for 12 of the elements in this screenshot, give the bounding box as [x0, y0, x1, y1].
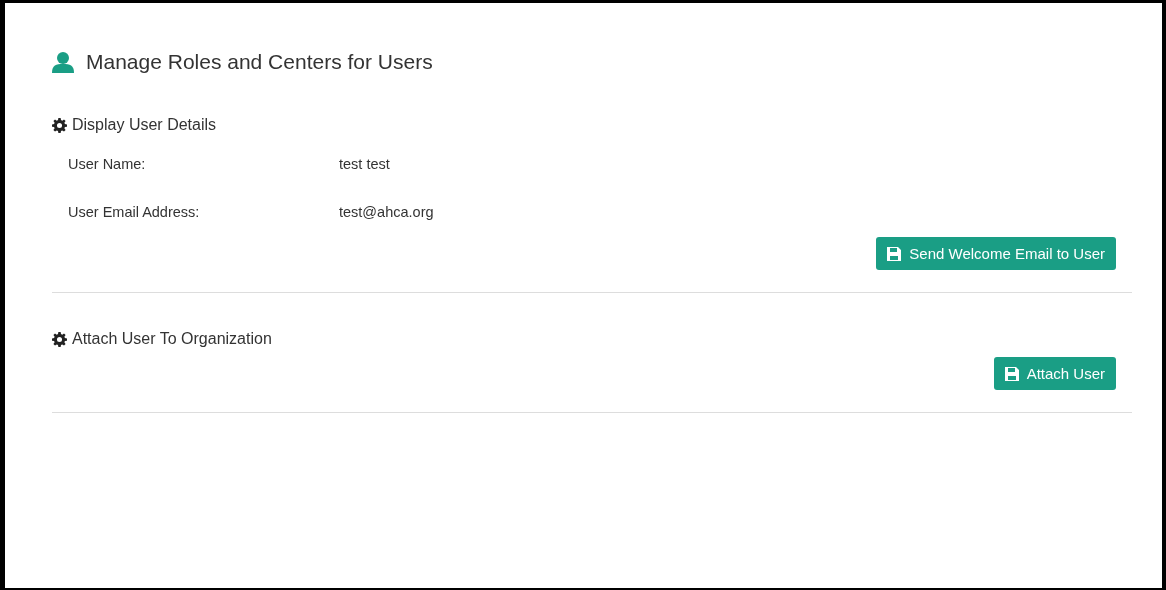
- field-label: User Email Address:: [68, 204, 201, 220]
- section-heading: Attach User To Organization: [72, 330, 272, 348]
- settings-icon: [52, 331, 67, 347]
- field-value: test test: [339, 156, 390, 172]
- save-button[interactable]: Attach User: [993, 357, 1116, 390]
- save-button[interactable]: Send Welcome Email to User: [876, 237, 1116, 270]
- user-icon: [52, 51, 74, 73]
- settings-icon: [52, 117, 67, 133]
- section-heading: Display User Details: [72, 116, 217, 134]
- field-value: test@ahca.org: [339, 204, 434, 220]
- page-title: Manage Roles and Centers for Users: [86, 50, 433, 74]
- field-label: User Name:: [68, 156, 147, 172]
